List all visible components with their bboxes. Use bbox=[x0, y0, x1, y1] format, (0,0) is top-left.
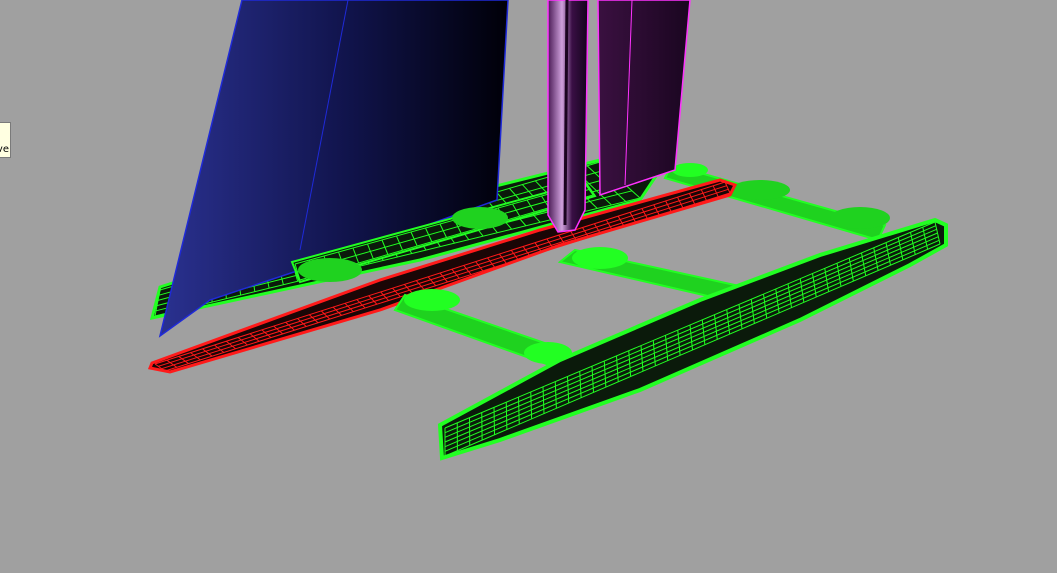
tooltip-text: ve bbox=[0, 144, 9, 155]
3d-viewport[interactable] bbox=[0, 0, 1057, 573]
mast[interactable] bbox=[547, 0, 589, 233]
tooltip: ve bbox=[0, 122, 11, 158]
viewport-canvas[interactable] bbox=[0, 0, 1057, 573]
jib-sail[interactable] bbox=[158, 0, 509, 338]
